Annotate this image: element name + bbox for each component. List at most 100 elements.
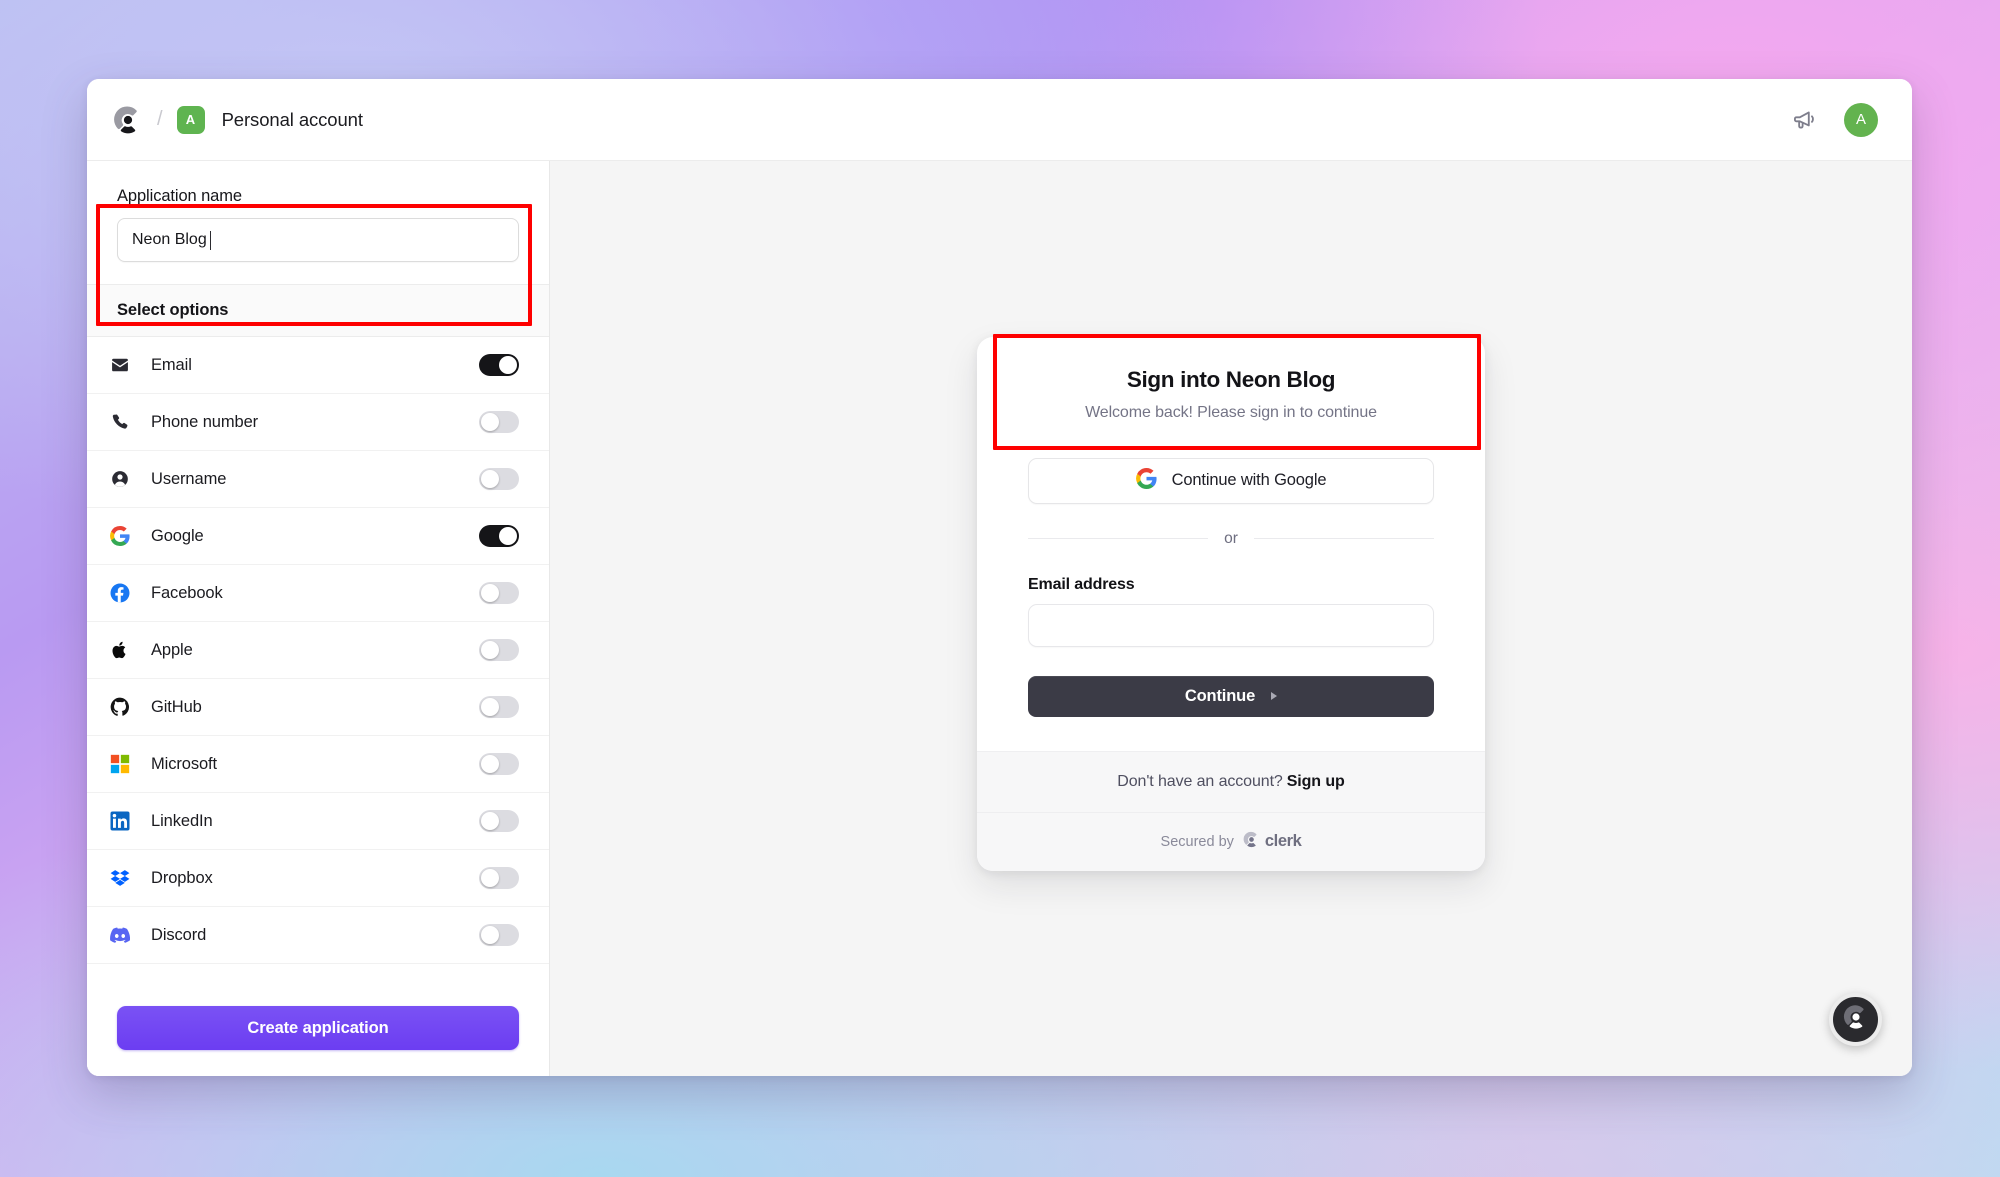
toggle-knob — [481, 470, 499, 488]
toggle-knob — [481, 698, 499, 716]
arrow-right-icon — [1271, 692, 1278, 700]
auth-option-row[interactable]: Dropbox — [87, 850, 549, 907]
divider-text: or — [1224, 529, 1238, 547]
toggle-knob — [481, 584, 499, 602]
signin-card-body: Sign into Neon Blog Welcome back! Please… — [977, 337, 1485, 751]
auth-option-toggle[interactable] — [479, 867, 519, 889]
google-icon — [103, 526, 137, 546]
toggle-knob — [481, 926, 499, 944]
user-icon — [103, 469, 137, 489]
linkedin-icon — [103, 811, 137, 831]
org-name-label[interactable]: Personal account — [222, 109, 363, 131]
application-name-value: Neon Blog — [132, 231, 207, 248]
auth-option-label: Username — [151, 469, 227, 488]
auth-option-label: Facebook — [151, 583, 223, 602]
microsoft-icon — [103, 754, 137, 774]
continue-with-google-button[interactable]: Continue with Google — [1028, 457, 1434, 504]
auth-option-row[interactable]: Email — [87, 337, 549, 394]
auth-option-toggle[interactable] — [479, 468, 519, 490]
auth-option-toggle[interactable] — [479, 525, 519, 547]
signin-title: Sign into Neon Blog — [1126, 366, 1336, 392]
toggle-knob — [481, 641, 499, 659]
select-options-header: Select options — [87, 284, 549, 337]
clerk-wordmark: clerk — [1243, 831, 1302, 853]
config-panel: Application name Neon Blog Select option… — [87, 161, 550, 1076]
create-application-button[interactable]: Create application — [117, 1006, 519, 1050]
toggle-knob — [481, 869, 499, 887]
dropbox-icon — [103, 868, 137, 888]
auth-option-label: Email — [151, 355, 192, 374]
preview-pane: Sign into Neon Blog Welcome back! Please… — [550, 161, 1912, 1076]
clerk-badge-button[interactable] — [1829, 993, 1882, 1046]
facebook-icon — [103, 583, 137, 603]
auth-option-label: Dropbox — [151, 868, 213, 887]
discord-icon — [103, 925, 137, 945]
divider-line-right — [1253, 538, 1435, 539]
clerk-badge-icon — [1843, 1004, 1869, 1035]
application-name-input[interactable]: Neon Blog — [117, 218, 519, 262]
auth-option-toggle[interactable] — [479, 411, 519, 433]
auth-option-label: Phone number — [151, 412, 259, 431]
auth-option-label: Microsoft — [151, 754, 218, 773]
auth-option-label: Apple — [151, 640, 193, 659]
clerk-brand-name: clerk — [1264, 832, 1302, 850]
app-window: / A Personal account A Application name … — [87, 79, 1912, 1076]
apple-icon — [103, 640, 137, 660]
signup-prompt-text: Don't have an account? — [1117, 772, 1283, 790]
auth-option-toggle[interactable] — [479, 639, 519, 661]
email-address-input[interactable] — [1028, 603, 1434, 647]
divider-line-left — [1028, 538, 1209, 539]
continue-button[interactable]: Continue — [1028, 675, 1434, 717]
auth-options-list: Email Phone number Username Google Facebook A… — [87, 337, 549, 1076]
toggle-knob — [481, 755, 499, 773]
text-cursor — [209, 230, 211, 250]
google-icon — [1135, 467, 1157, 494]
create-application-bar: Create application — [87, 984, 549, 1076]
auth-option-row[interactable]: Microsoft — [87, 736, 549, 793]
phone-icon — [103, 412, 137, 432]
toggle-knob — [499, 527, 517, 545]
email-address-label: Email address — [1028, 575, 1135, 593]
continue-label: Continue — [1184, 686, 1256, 705]
breadcrumb: / A Personal account — [113, 105, 363, 135]
clerk-logo-icon — [1243, 831, 1260, 853]
auth-option-toggle[interactable] — [479, 753, 519, 775]
auth-option-row[interactable]: Discord — [87, 907, 549, 964]
signin-subtitle: Welcome back! Please sign in to continue — [1085, 403, 1377, 421]
auth-option-label: Google — [151, 526, 204, 545]
breadcrumb-separator: / — [157, 108, 163, 130]
app-header: / A Personal account A — [87, 79, 1912, 161]
auth-option-row[interactable]: Apple — [87, 622, 549, 679]
auth-option-toggle[interactable] — [479, 582, 519, 604]
auth-option-label: GitHub — [151, 697, 202, 716]
toggle-knob — [481, 812, 499, 830]
envelope-icon — [103, 355, 137, 375]
auth-option-toggle[interactable] — [479, 810, 519, 832]
auth-option-row[interactable]: LinkedIn — [87, 793, 549, 850]
auth-option-row[interactable]: Google — [87, 508, 549, 565]
auth-option-toggle[interactable] — [479, 696, 519, 718]
org-avatar[interactable]: A — [176, 105, 205, 134]
github-icon — [103, 697, 137, 717]
user-avatar[interactable]: A — [1844, 102, 1878, 137]
auth-option-toggle[interactable] — [479, 924, 519, 946]
secured-by-text: Secured by — [1160, 833, 1234, 850]
toggle-knob — [481, 413, 499, 431]
auth-option-row[interactable]: Facebook — [87, 565, 549, 622]
application-name-label: Application name — [117, 187, 242, 205]
auth-option-row[interactable]: Phone number — [87, 394, 549, 451]
continue-with-google-label: Continue with Google — [1171, 471, 1327, 489]
app-body: Application name Neon Blog Select option… — [87, 161, 1912, 1076]
auth-option-label: Discord — [151, 925, 207, 944]
auth-option-row[interactable]: GitHub — [87, 679, 549, 736]
clerk-logo-icon[interactable] — [113, 105, 143, 135]
or-divider: or — [1028, 529, 1435, 548]
signin-card-heading: Sign into Neon Blog Welcome back! Please… — [1028, 367, 1434, 422]
auth-option-row[interactable]: Username — [87, 451, 549, 508]
toggle-knob — [499, 356, 517, 374]
signin-card: Sign into Neon Blog Welcome back! Please… — [977, 336, 1485, 871]
header-actions: A — [1792, 102, 1878, 137]
megaphone-icon[interactable] — [1792, 107, 1818, 133]
sign-up-link[interactable]: Sign up — [1287, 773, 1345, 790]
auth-option-toggle[interactable] — [479, 354, 519, 376]
